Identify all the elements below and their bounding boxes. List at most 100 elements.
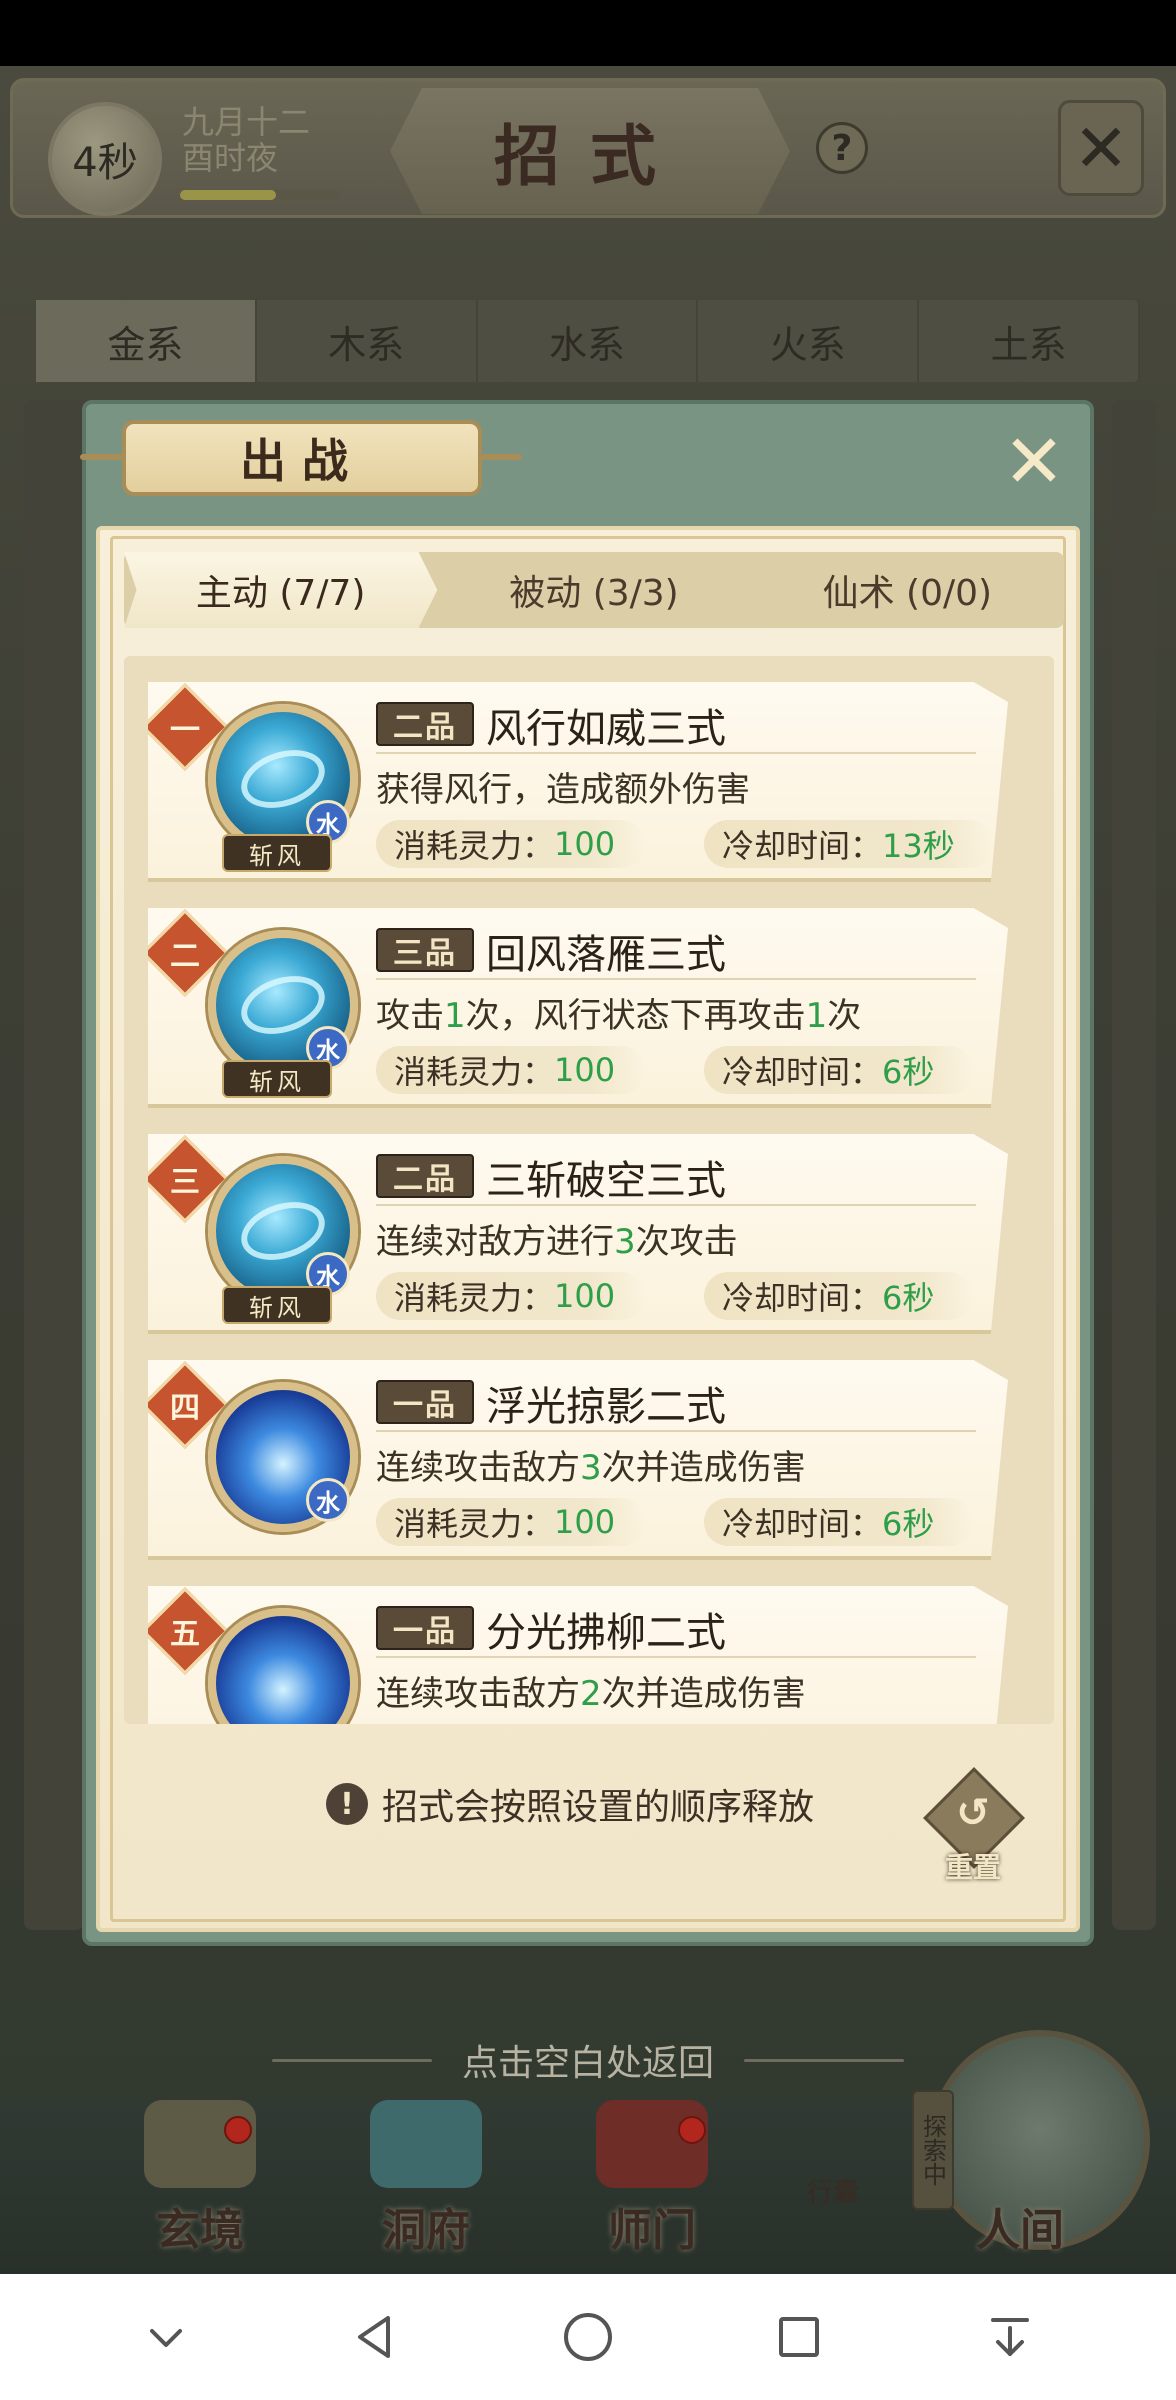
- notice-text: 招式会按照设置的顺序释放: [382, 1787, 815, 1828]
- tab-fire[interactable]: 火系: [698, 300, 920, 382]
- cost-label: 消耗灵力：: [394, 1053, 555, 1091]
- tab-passive-skills[interactable]: 被动 (3/3): [437, 552, 750, 628]
- style-tag: 斩风: [222, 1286, 332, 1324]
- close-icon[interactable]: ✕: [996, 424, 1072, 500]
- skill-card[interactable]: 三 水 斩风 二品 三斩破空三式 连续对敌方进行3次攻击 消耗灵力： 100 冷却…: [148, 1134, 1008, 1334]
- skill-list[interactable]: 一 水 斩风 二品 风行如威三式 获得风行，造成额外伤害 消耗灵力： 100 冷却…: [124, 656, 1054, 1724]
- desc-text: 连续攻击敌方: [376, 1448, 580, 1488]
- desc-number: 2: [580, 1674, 602, 1714]
- reset-button[interactable]: ↺ 重置: [920, 1767, 1026, 1886]
- skill-description: 连续攻击敌方2次并造成伤害: [376, 1666, 806, 1715]
- dongfu-icon: [370, 2100, 482, 2188]
- rank-number: 三: [170, 1165, 200, 1200]
- skill-card[interactable]: 二 水 斩风 三品 回风落雁三式 攻击1次，风行状态下再攻击1次 消耗灵力： 10…: [148, 908, 1008, 1108]
- grade-tag: 二品: [376, 1154, 474, 1198]
- desc-text: 连续攻击敌方: [376, 1674, 580, 1714]
- date-line-1: 九月十二: [182, 103, 311, 141]
- reset-label: 重置: [944, 1851, 1001, 1884]
- notification-dot: [224, 2116, 252, 2144]
- nav-xuanjing-label: 玄境: [156, 2205, 244, 2256]
- cooldown-value: 6秒: [882, 1505, 935, 1543]
- rank-number: 五: [170, 1617, 200, 1652]
- cost-stat: 消耗灵力： 100: [376, 820, 646, 868]
- title-divider: [376, 978, 976, 980]
- nav-dongfu[interactable]: 洞府: [346, 2100, 506, 2280]
- tab-metal[interactable]: 金系: [36, 300, 257, 382]
- home-icon[interactable]: [548, 2297, 628, 2377]
- cooldown-label: 冷却时间：: [722, 1053, 883, 1091]
- desc-text: 次并造成伤害: [601, 1448, 806, 1488]
- cost-label: 消耗灵力：: [394, 827, 555, 865]
- reset-swirl-icon: ↺: [956, 1790, 990, 1836]
- game-screen: 4秒 九月十二 酉时夜 招式 ? ✕ 金系 木系 水系 火系 土系 点击空白处返…: [0, 0, 1176, 2400]
- nav-shimen-label: 师门: [608, 2205, 696, 2256]
- skill-card[interactable]: 五 一品 分光拂柳二式 连续攻击敌方2次并造成伤害: [148, 1586, 1008, 1724]
- game-date: 九月十二 酉时夜: [182, 104, 310, 176]
- desc-text: 攻击: [376, 996, 444, 1036]
- skill-icon: [208, 1608, 358, 1724]
- title-divider: [376, 1204, 976, 1206]
- close-page-icon[interactable]: ✕: [1058, 100, 1144, 196]
- notification-dot: [678, 2116, 706, 2144]
- skill-name: 三斩破空三式: [486, 1158, 726, 1204]
- cooldown-value: 13秒: [882, 827, 955, 865]
- skill-description: 连续对敌方进行3次攻击: [376, 1214, 738, 1263]
- bag-button[interactable]: 行囊: [778, 2140, 888, 2240]
- timer-badge: 4秒: [48, 102, 162, 216]
- nav-renjian[interactable]: 人间: [940, 2100, 1100, 2280]
- help-icon[interactable]: ?: [816, 122, 868, 174]
- title-divider: [376, 1656, 976, 1658]
- hint-deco-left: [271, 2058, 432, 2062]
- desc-number: 1: [805, 996, 828, 1036]
- skill-description: 获得风行，造成额外伤害: [376, 770, 750, 810]
- desc-number: 3: [580, 1448, 602, 1488]
- tab-wood[interactable]: 木系: [257, 300, 478, 382]
- background-list-right: [1112, 400, 1156, 1930]
- skill-type-tabs: 主动 (7/7) 被动 (3/3) 仙术 (0/0): [124, 552, 1064, 628]
- cost-value: 100: [554, 825, 616, 863]
- tab-active-skills[interactable]: 主动 (7/7): [124, 552, 438, 628]
- tab-earth[interactable]: 土系: [919, 300, 1140, 382]
- download-icon[interactable]: [970, 2297, 1050, 2377]
- cooldown-label: 冷却时间：: [722, 827, 883, 865]
- recents-icon[interactable]: [759, 2297, 839, 2377]
- nav-shimen[interactable]: 师门: [572, 2100, 732, 2280]
- cost-value: 100: [554, 1503, 616, 1541]
- cost-label: 消耗灵力：: [394, 1279, 555, 1317]
- back-hint-text: 点击空白处返回: [461, 2043, 714, 2084]
- style-tag: 斩风: [222, 834, 332, 872]
- grade-tag: 一品: [376, 1606, 474, 1650]
- desc-text: 次，风行状态下再攻击: [465, 996, 806, 1036]
- cooldown-stat: 冷却时间： 6秒: [704, 1498, 974, 1546]
- shimen-icon: [596, 2100, 708, 2188]
- skill-description: 攻击1次，风行状态下再攻击1次: [376, 988, 861, 1037]
- info-icon: !: [326, 1783, 368, 1825]
- skill-card[interactable]: 四 水 一品 浮光掠影二式 连续攻击敌方3次并造成伤害 消耗灵力： 100 冷却时…: [148, 1360, 1008, 1560]
- back-icon[interactable]: [337, 2297, 417, 2377]
- chevron-down-icon[interactable]: [126, 2297, 206, 2377]
- bag-label: 行囊: [806, 2177, 859, 2208]
- cooldown-value: 6秒: [882, 1053, 935, 1091]
- order-notice: ! 招式会按照设置的顺序释放: [326, 1776, 814, 1832]
- tab-spells[interactable]: 仙术 (0/0): [751, 552, 1064, 628]
- tab-water[interactable]: 水系: [478, 300, 699, 382]
- cost-label: 消耗灵力：: [394, 1505, 555, 1543]
- title-divider: [376, 1430, 976, 1432]
- explore-status-tag: 探索中: [912, 2090, 954, 2210]
- desc-number: 1: [444, 996, 466, 1036]
- cost-stat: 消耗灵力： 100: [376, 1272, 646, 1320]
- nav-dongfu-label: 洞府: [382, 2205, 470, 2256]
- cost-stat: 消耗灵力： 100: [376, 1046, 646, 1094]
- cost-value: 100: [554, 1277, 616, 1315]
- skill-name: 浮光掠影二式: [486, 1384, 726, 1430]
- grade-tag: 一品: [376, 1380, 474, 1424]
- system-nav-bar: [0, 2274, 1176, 2400]
- background-list: [24, 400, 84, 1930]
- skill-card[interactable]: 一 水 斩风 二品 风行如威三式 获得风行，造成额外伤害 消耗灵力： 100 冷却…: [148, 682, 1008, 882]
- nav-xuanjing[interactable]: 玄境: [120, 2100, 280, 2280]
- rank-number: 二: [170, 939, 200, 974]
- desc-text: 次: [827, 996, 862, 1036]
- grade-tag: 二品: [376, 702, 474, 746]
- element-tabs: 金系 木系 水系 火系 土系: [36, 300, 1140, 382]
- grade-tag: 三品: [376, 928, 474, 972]
